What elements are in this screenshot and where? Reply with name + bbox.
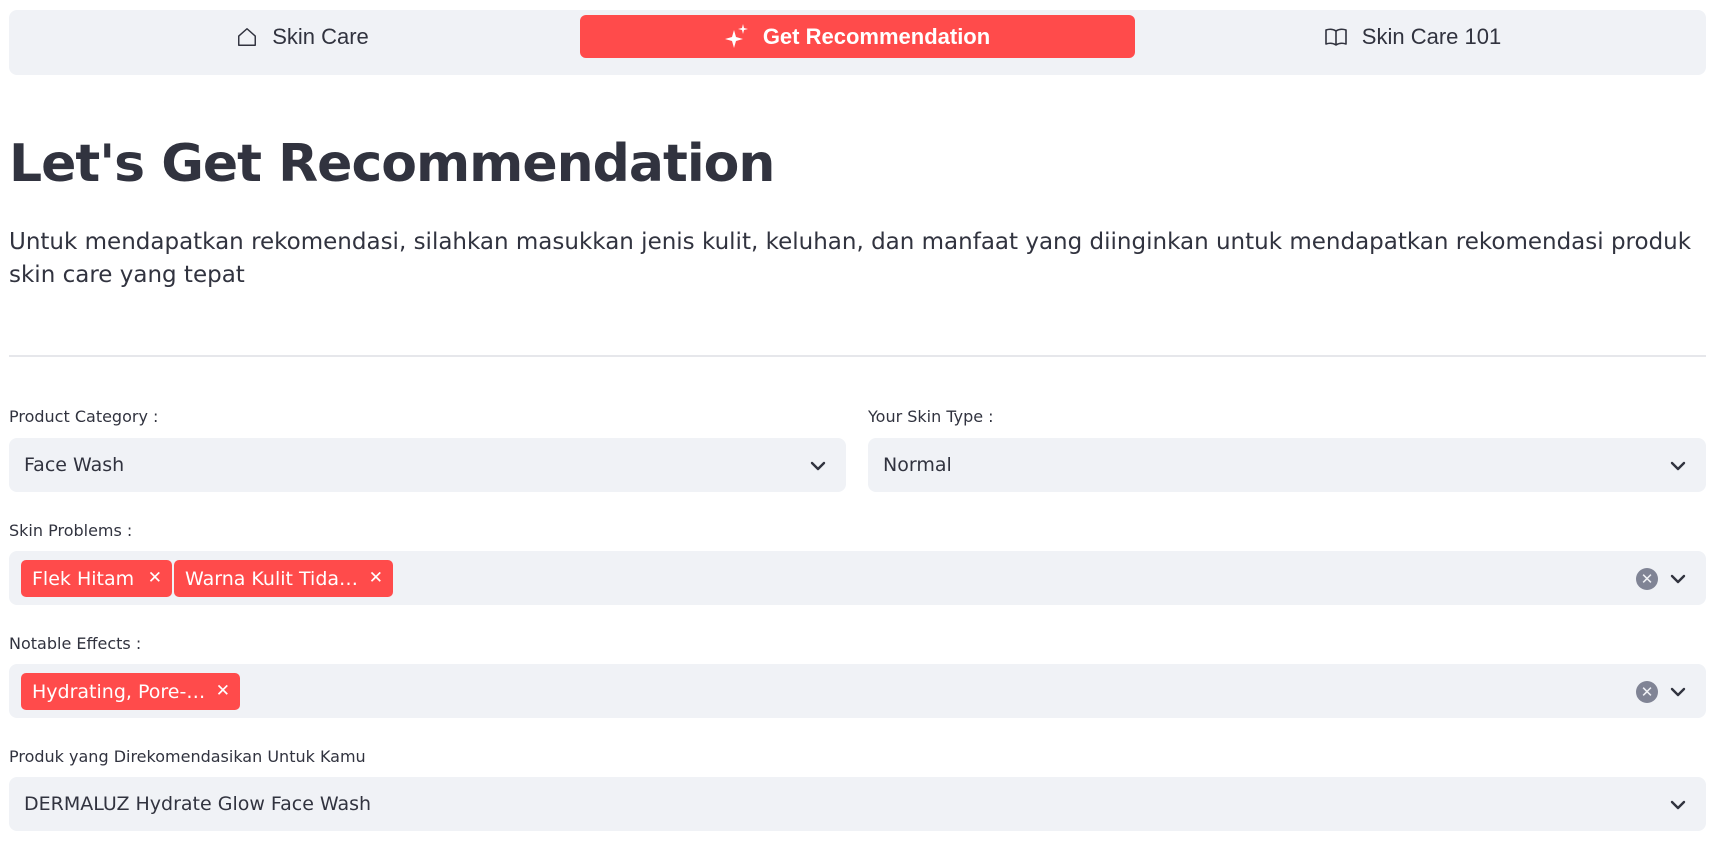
tag-chip: Flek Hitam ✕ — [21, 560, 172, 597]
book-icon — [1324, 27, 1348, 47]
clear-all-icon[interactable]: ✕ — [1636, 681, 1658, 703]
sparkles-icon — [724, 23, 749, 50]
nav-item-get-recommendation[interactable]: Get Recommendation — [580, 15, 1135, 58]
recommended-product-value: DERMALUZ Hydrate Glow Face Wash — [24, 793, 372, 815]
tag-chip: Warna Kulit Tida… ✕ — [174, 560, 393, 597]
nav-item-label: Skin Care — [272, 23, 369, 49]
skin-type-label: Your Skin Type : — [868, 407, 994, 426]
skin-problems-label: Skin Problems : — [9, 521, 133, 540]
product-category-value: Face Wash — [24, 454, 125, 476]
nav-item-skin-care[interactable]: Skin Care — [25, 15, 580, 58]
notable-effects-multiselect[interactable]: Hydrating, Pore-… ✕ ✕ — [9, 664, 1706, 718]
tag-chip: Hydrating, Pore-… ✕ — [21, 673, 240, 710]
product-category-label: Product Category : — [9, 407, 159, 426]
top-nav: Skin Care Get Recommendation Skin Care 1… — [9, 10, 1706, 75]
chevron-down-icon — [810, 461, 826, 471]
page-subtitle: Untuk mendapatkan rekomendasi, silahkan … — [9, 229, 1692, 288]
tag-label: Hydrating, Pore-… — [32, 680, 206, 703]
notable-effects-label: Notable Effects : — [9, 634, 142, 653]
tag-remove-icon[interactable]: ✕ — [369, 568, 383, 588]
nav-item-label: Get Recommendation — [762, 23, 991, 49]
skin-problems-multiselect[interactable]: Flek Hitam ✕ Warna Kulit Tida… ✕ ✕ — [9, 551, 1706, 605]
skin-type-select[interactable]: Normal — [868, 438, 1706, 492]
recommended-product-label: Produk yang Direkomendasikan Untuk Kamu — [9, 747, 366, 766]
recommended-product-select[interactable]: DERMALUZ Hydrate Glow Face Wash — [9, 777, 1706, 831]
product-category-select[interactable]: Face Wash — [9, 438, 846, 492]
chevron-down-icon — [1670, 461, 1686, 471]
divider — [9, 355, 1706, 357]
tag-label: Flek Hitam — [32, 567, 135, 590]
chevron-down-icon — [1670, 800, 1686, 810]
skin-type-value: Normal — [883, 454, 952, 476]
chevron-down-icon[interactable] — [1668, 682, 1688, 702]
tag-label: Warna Kulit Tida… — [185, 567, 359, 590]
chevron-down-icon[interactable] — [1668, 569, 1688, 589]
page-title: Let's Get Recommendation — [9, 134, 775, 194]
home-icon — [236, 26, 258, 48]
tag-remove-icon[interactable]: ✕ — [216, 681, 230, 701]
clear-all-icon[interactable]: ✕ — [1636, 568, 1658, 590]
tag-remove-icon[interactable]: ✕ — [148, 568, 162, 588]
nav-item-label: Skin Care 101 — [1361, 23, 1502, 49]
nav-item-skin-care-101[interactable]: Skin Care 101 — [1135, 15, 1690, 58]
